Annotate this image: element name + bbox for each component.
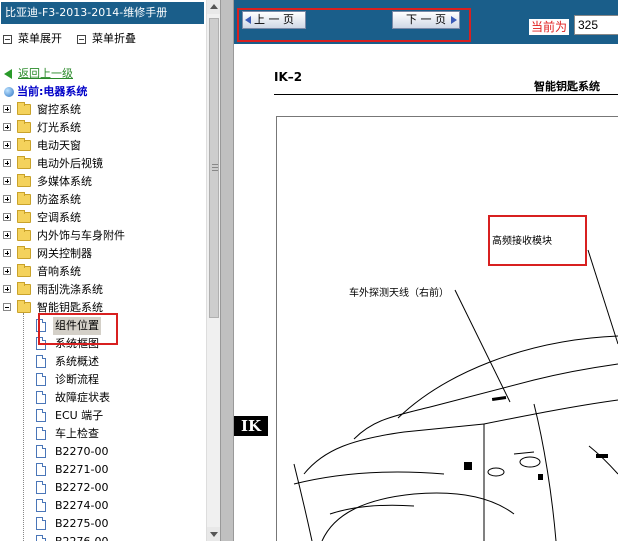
document-icon [36,427,46,440]
minus-icon [3,34,12,44]
car-roof [397,335,618,419]
mirror-sensor [519,456,541,468]
car-hood [303,423,485,475]
sensor-marker [596,454,608,458]
panel-splitter[interactable] [220,0,234,541]
document-icon [36,445,46,458]
antenna-marker [491,396,507,401]
document-viewer: 上 一 页 下 一 页 当前为 IK–2 智能钥匙系统 [234,0,618,541]
car-bumper [321,492,515,541]
antenna-label: 车外探测天线（右前） [349,288,449,299]
expand-icon[interactable] [3,231,11,239]
expand-icon[interactable] [3,159,11,167]
manual-title: 比亚迪-F3-2013-2014-维修手册 [1,2,204,24]
expand-menu-button[interactable]: 菜单展开 [3,31,62,47]
car-grille [329,504,415,515]
expand-icon[interactable] [3,123,11,131]
car-headlight [293,471,445,485]
page-number-input[interactable] [574,15,618,35]
collapse-menu-button[interactable]: 菜单折叠 [77,31,136,47]
folder-icon [17,120,31,133]
page-toolbar: 上 一 页 下 一 页 当前为 [234,0,618,44]
car-beltline [483,399,618,425]
folder-icon [17,156,31,169]
globe-icon [4,87,14,97]
folder-icon [17,192,31,205]
folder-icon [17,228,31,241]
folder-icon [17,174,31,187]
car-windshield [353,363,618,440]
document-icon [36,517,46,530]
tree-guide-line [23,313,24,541]
car-body-line [588,445,618,475]
back-link[interactable]: 返回上一级 [4,66,73,82]
collapse-icon[interactable] [3,303,11,311]
document-icon [36,481,46,494]
highlight-box [237,8,471,42]
door-handle-sensor [487,467,505,477]
folder-icon [17,282,31,295]
expand-icon[interactable] [3,267,11,275]
minus-icon [77,34,86,44]
expand-icon[interactable] [3,285,11,293]
document-icon [36,463,46,476]
back-arrow-icon [4,69,12,79]
vertical-scrollbar[interactable] [206,0,220,541]
section-side-tab: IK [234,416,268,436]
sensor-marker [464,462,472,470]
highlight-box [38,313,118,345]
car-handle [513,451,535,455]
navigation-panel: 比亚迪-F3-2013-2014-维修手册 菜单展开 菜单折叠 返回上一级 当前… [0,0,220,541]
document-icon [36,535,46,541]
expand-icon[interactable] [3,249,11,257]
scroll-thumb[interactable] [209,18,219,318]
folder-icon [17,210,31,223]
car-front [293,463,313,541]
manual-page: IK–2 智能钥匙系统 高频接收模块 车外探测天线（右前） IK [234,44,618,541]
scroll-down-icon[interactable] [207,527,220,541]
grip-line [212,167,218,168]
folder-icon [17,102,31,115]
grip-line [212,170,218,171]
current-location: 当前:电器系统 [4,84,87,100]
document-icon [36,499,46,512]
leader-line [454,289,511,403]
folder-icon [17,264,31,277]
expand-icon[interactable] [3,141,11,149]
grip-line [212,164,218,165]
scroll-up-icon[interactable] [207,0,220,14]
expand-icon[interactable] [3,213,11,221]
document-icon [36,391,46,404]
leader-line [587,249,618,345]
expand-icon[interactable] [3,177,11,185]
folder-open-icon [17,300,31,313]
folder-icon [17,246,31,259]
document-icon [36,355,46,368]
expand-icon[interactable] [3,195,11,203]
current-page-label: 当前为 [529,19,570,35]
expand-icon[interactable] [3,105,11,113]
highlight-box [488,215,587,266]
document-icon [36,373,46,386]
car-door-line [533,403,557,541]
folder-icon [17,138,31,151]
document-icon [36,409,46,422]
sensor-marker [538,474,543,480]
